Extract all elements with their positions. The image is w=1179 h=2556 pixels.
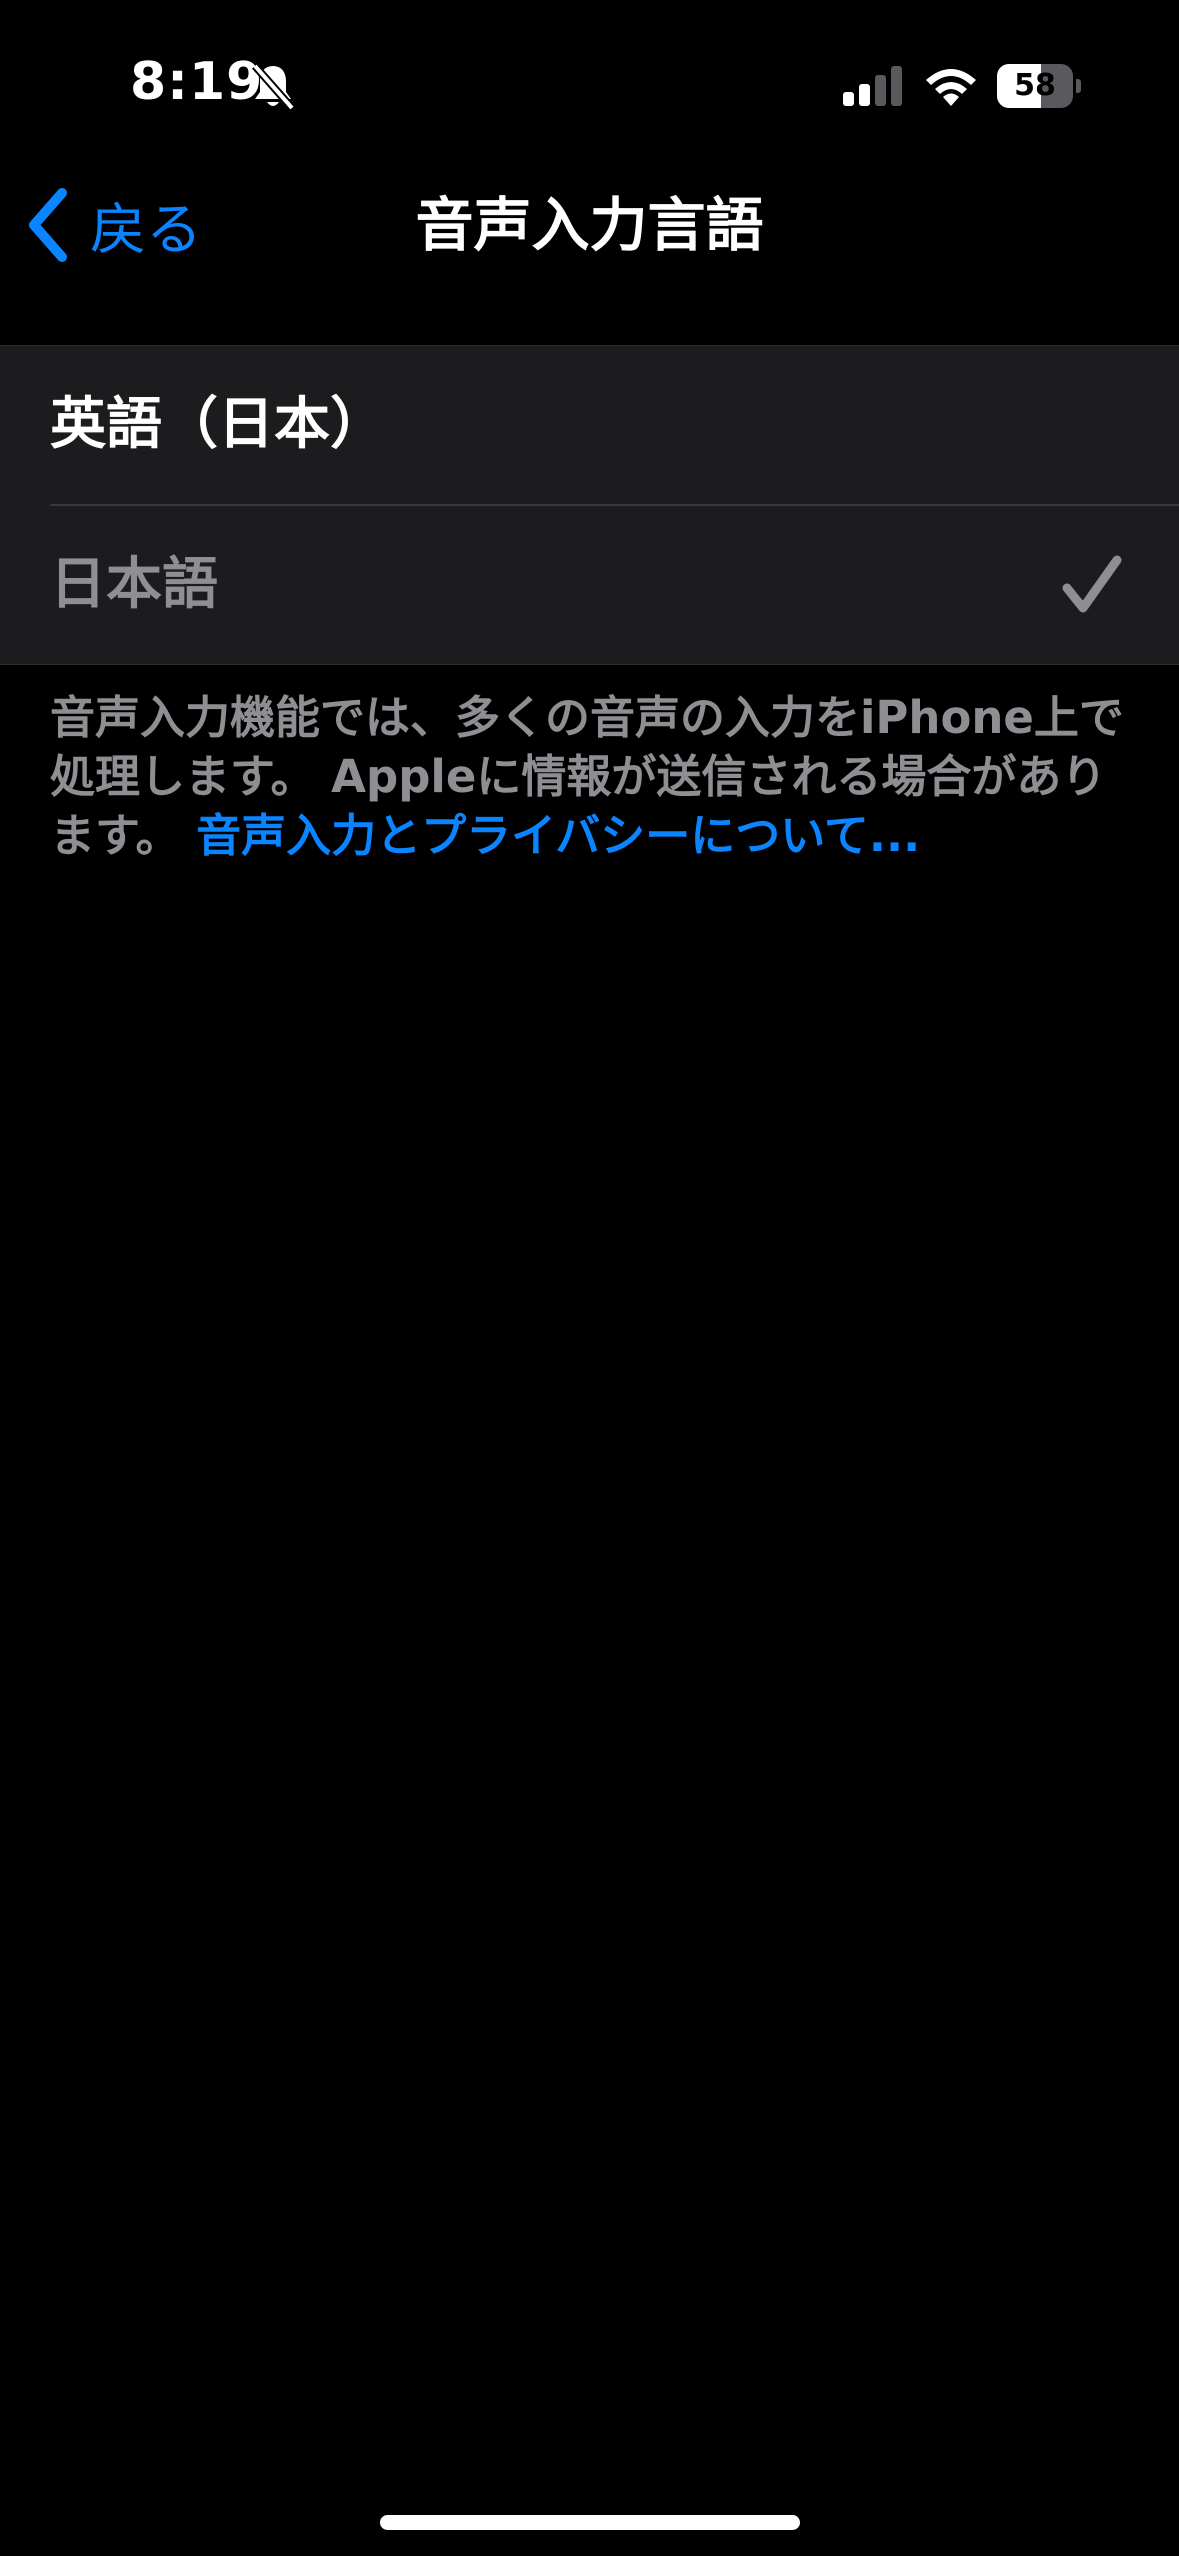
navigation-bar: 戻る 音声入力言語 [0, 175, 1179, 275]
language-option-english-japan[interactable]: 英語（日本） [0, 346, 1179, 504]
status-bar: 8:19 58 [0, 0, 1179, 175]
language-list: 英語（日本） 日本語 [0, 345, 1179, 665]
footer-description: 音声入力機能では、多くの音声の入力をiPhone上で処理します。 Appleに情… [50, 688, 1130, 865]
bell-slash-icon [251, 63, 296, 111]
back-label: 戻る [90, 197, 202, 263]
cellular-signal-icon [843, 66, 902, 106]
home-indicator[interactable] [380, 2515, 800, 2530]
page-title: 音声入力言語 [415, 191, 764, 259]
privacy-link[interactable]: 音声入力とプライバシーについて... [196, 809, 920, 862]
language-option-japanese[interactable]: 日本語 [0, 506, 1179, 664]
language-label: 日本語 [50, 552, 218, 617]
wifi-icon [926, 69, 976, 106]
checkmark-icon [1062, 555, 1122, 613]
battery-icon: 58 [997, 64, 1081, 108]
status-time: 8:19 [130, 52, 264, 112]
battery-level: 58 [1014, 68, 1056, 103]
chevron-left-icon [29, 188, 67, 262]
back-button[interactable]: 戻る [24, 175, 202, 275]
language-label: 英語（日本） [50, 392, 386, 457]
